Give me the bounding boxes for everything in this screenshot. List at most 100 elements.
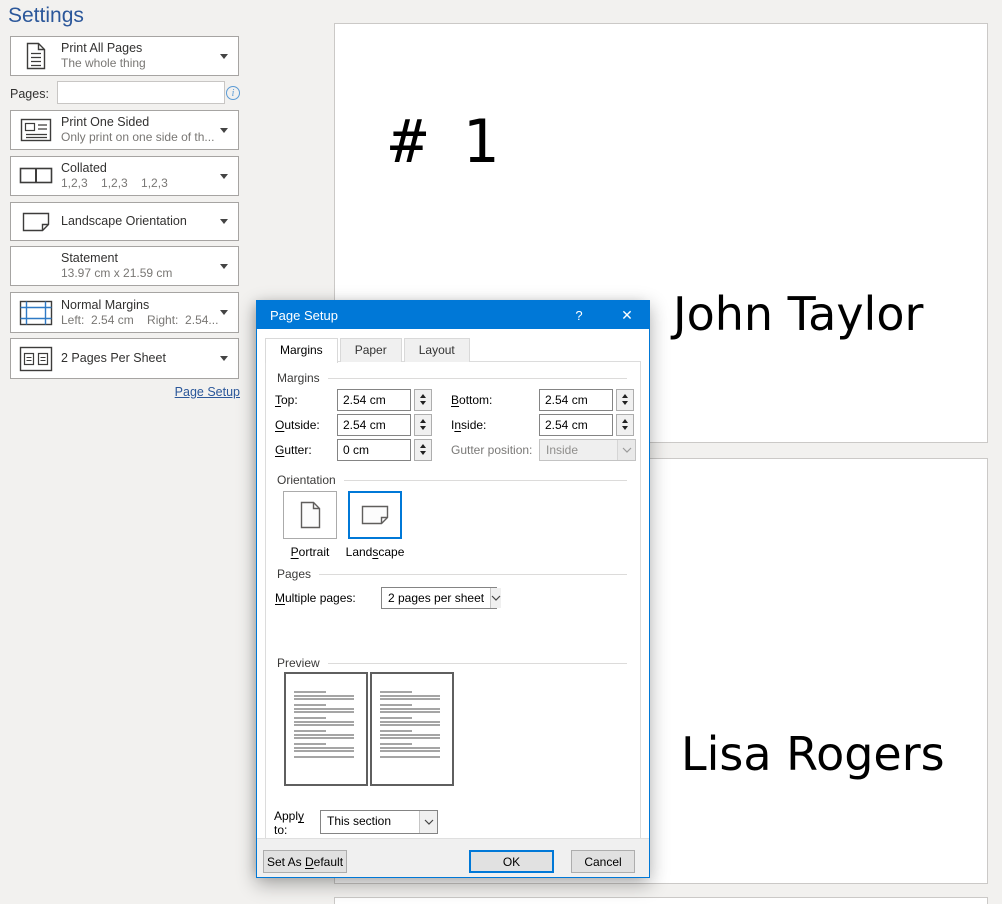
orientation-label: Landscape Orientation (61, 213, 220, 229)
portrait-label: Portrait (291, 545, 330, 559)
spin-up-icon[interactable] (420, 444, 426, 448)
orientation-group-label: Orientation (277, 473, 344, 487)
print-sides-dropdown[interactable]: Print One Sided Only print on one side o… (10, 110, 239, 150)
portrait-tile[interactable] (283, 491, 337, 539)
margins-label: Normal Margins (61, 297, 220, 313)
pages-input[interactable] (57, 81, 225, 104)
top-margin-label: Top: (275, 393, 337, 407)
multiple-pages-select[interactable]: 2 pages per sheet (381, 587, 497, 609)
pages-per-sheet-label: 2 Pages Per Sheet (61, 350, 220, 366)
outside-margin-stepper[interactable] (414, 414, 432, 436)
top-margin-field (337, 389, 451, 411)
chevron-down-icon (220, 128, 228, 133)
chevron-down-icon (220, 356, 228, 361)
normal-margins-icon (11, 299, 61, 327)
apply-to-value: This section (321, 811, 419, 833)
bottom-margin-input[interactable] (539, 389, 613, 411)
page1-heading: # 1 (390, 107, 498, 177)
two-pages-per-sheet-icon (11, 345, 61, 373)
spin-down-icon[interactable] (622, 426, 628, 430)
tab-paper[interactable]: Paper (340, 338, 402, 362)
orientation-dropdown[interactable]: Landscape Orientation (10, 202, 239, 241)
print-range-dropdown[interactable]: Print All Pages The whole thing (10, 36, 239, 76)
info-icon[interactable]: i (226, 86, 240, 100)
set-as-default-button[interactable]: Set As Default (263, 850, 347, 873)
gutter-position-value: Inside (540, 440, 617, 460)
spin-up-icon[interactable] (420, 394, 426, 398)
print-sides-sublabel: Only print on one side of th... (61, 130, 220, 146)
divider (344, 480, 627, 481)
collated-icon (11, 166, 61, 186)
inside-margin-label: Inside: (451, 418, 539, 432)
close-icon[interactable]: ✕ (611, 301, 643, 329)
gutter-stepper[interactable] (414, 439, 432, 461)
collation-dropdown[interactable]: Collated 1,2,3 1,2,3 1,2,3 (10, 156, 239, 196)
spin-up-icon[interactable] (622, 419, 628, 423)
paper-size-dropdown[interactable]: Statement 13.97 cm x 21.59 cm (10, 246, 239, 286)
help-icon[interactable]: ? (563, 301, 595, 329)
multiple-pages-value: 2 pages per sheet (382, 588, 490, 608)
chevron-down-icon (220, 264, 228, 269)
outside-margin-input[interactable] (337, 414, 411, 436)
spin-down-icon[interactable] (420, 401, 426, 405)
apply-to-row: Apply to: This section (274, 806, 438, 837)
landscape-tile[interactable] (348, 491, 402, 539)
pages-per-sheet-dropdown[interactable]: 2 Pages Per Sheet (10, 338, 239, 379)
preview-left-page (284, 672, 368, 786)
collation-label: Collated (61, 160, 220, 176)
top-margin-stepper[interactable] (414, 389, 432, 411)
spin-up-icon[interactable] (420, 419, 426, 423)
tab-margins[interactable]: Margins (265, 338, 338, 363)
dialog-button-strip: Set As Default OK Cancel (257, 838, 649, 877)
top-margin-input[interactable] (337, 389, 411, 411)
landscape-label: Landscape (346, 545, 405, 559)
apply-to-select[interactable]: This section (320, 810, 438, 834)
inside-margin-stepper[interactable] (616, 414, 634, 436)
collation-sublabel: 1,2,3 1,2,3 1,2,3 (61, 176, 220, 192)
settings-heading: Settings (8, 4, 84, 28)
preview-group-label: Preview (277, 656, 328, 670)
landscape-orientation-icon (11, 210, 61, 234)
orientation-options: Portrait Landscape (283, 491, 402, 559)
margin-fields: Top: Bottom: Outside: Inside: Gutter: (275, 387, 637, 462)
print-range-label: Print All Pages (61, 40, 220, 56)
orientation-portrait-option[interactable]: Portrait (283, 491, 337, 559)
gutter-position-label: Gutter position: (451, 443, 539, 457)
cancel-button[interactable]: Cancel (571, 850, 635, 873)
bottom-margin-stepper[interactable] (616, 389, 634, 411)
bottom-margin-field (539, 389, 637, 411)
pages-group-label: Pages (277, 567, 319, 581)
page1-name: John Taylor (673, 287, 923, 341)
pages-label: Pages: (10, 87, 49, 101)
page-setup-link[interactable]: Page Setup (175, 385, 240, 399)
orientation-landscape-option[interactable]: Landscape (348, 491, 402, 559)
pages-group-header: Pages (277, 567, 627, 581)
paper-size-label: Statement (61, 250, 220, 266)
spin-down-icon[interactable] (420, 426, 426, 430)
print-all-pages-icon (11, 41, 61, 71)
dialog-tabs: Margins Paper Layout (265, 338, 472, 362)
landscape-page-icon (359, 503, 391, 528)
outside-margin-field (337, 414, 451, 436)
preview-thumbnail (284, 672, 454, 786)
dialog-titlebar: Page Setup ? ✕ (257, 301, 649, 329)
gutter-position-select: Inside (539, 439, 636, 461)
portrait-page-icon (298, 500, 322, 530)
spin-up-icon[interactable] (622, 394, 628, 398)
inside-margin-input[interactable] (539, 414, 613, 436)
tab-layout[interactable]: Layout (404, 338, 470, 362)
preview-group-header: Preview (277, 656, 627, 670)
spin-down-icon[interactable] (622, 401, 628, 405)
paper-size-sublabel: 13.97 cm x 21.59 cm (61, 266, 220, 282)
multiple-pages-row: Multiple pages: 2 pages per sheet (275, 587, 497, 609)
chevron-down-icon (419, 811, 437, 833)
gutter-input[interactable] (337, 439, 411, 461)
inside-margin-field (539, 414, 637, 436)
chevron-down-icon (490, 588, 501, 608)
chevron-down-icon (617, 440, 635, 460)
margins-dropdown[interactable]: Normal Margins Left: 2.54 cm Right: 2.54… (10, 292, 239, 333)
ok-button[interactable]: OK (469, 850, 554, 873)
chevron-down-icon (220, 310, 228, 315)
divider (328, 663, 627, 664)
spin-down-icon[interactable] (420, 451, 426, 455)
